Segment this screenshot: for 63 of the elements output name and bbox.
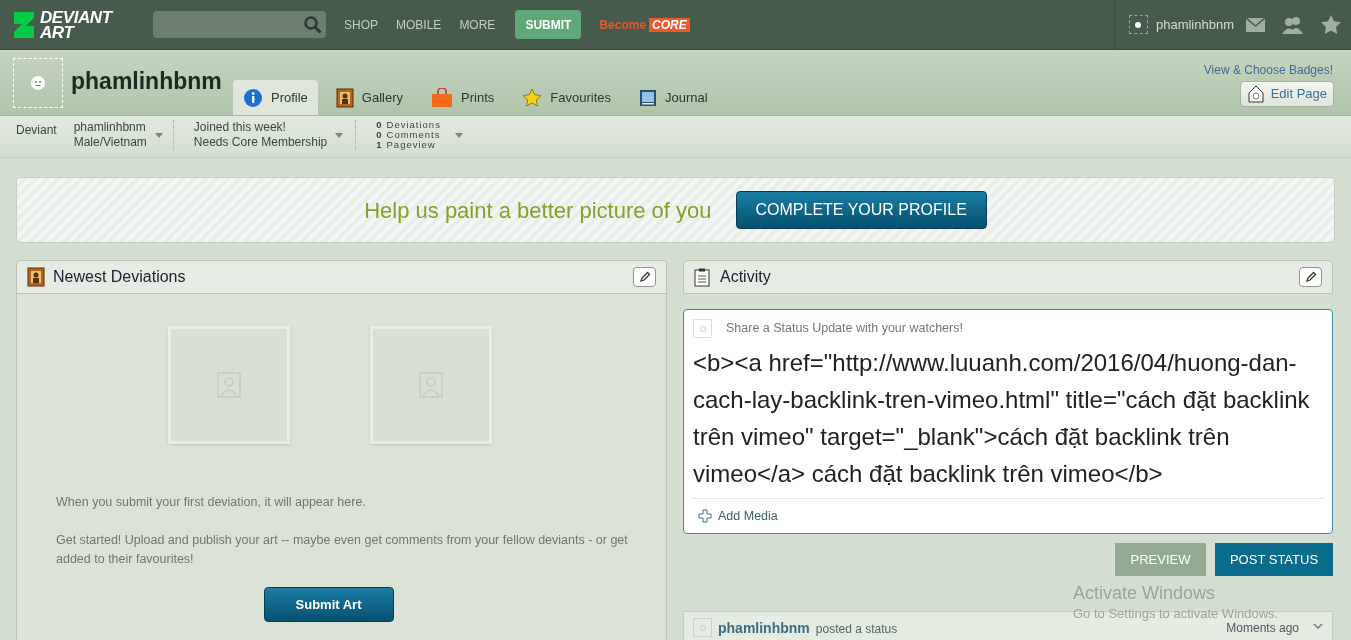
profile-tab[interactable]: Profile <box>233 80 318 115</box>
status-text: <b><a href="http://www.luuanh.com/2016/04/huong-dan-cach-lay-backlink-tren-vimeo.html" title="cách đặt backlink trên vimeo" target="_blank">cách đặt backlink trên vimeo</a> cách đặt backlink trên vimeo</b> <box>693 348 1311 489</box>
logo-text: ART <box>40 24 75 40</box>
logo-icon <box>12 9 36 40</box>
chevron-icon[interactable] <box>1313 623 1323 629</box>
edit-page-button[interactable]: Edit Page <box>1239 81 1334 107</box>
avatar-icon <box>693 319 712 338</box>
profile-tab[interactable]: Prints <box>421 80 505 115</box>
mail-icon[interactable] <box>1246 17 1265 32</box>
get-started-text: Get started! Upload and publish your art -- maybe even get comments from your fellow deviants - or get added to their favourites! <box>56 531 629 568</box>
username-link[interactable]: phamlinhbnm <box>718 618 810 639</box>
star-icon <box>522 87 543 108</box>
add-media-link[interactable]: Add Media <box>698 507 778 526</box>
member-type: Deviant <box>16 122 57 139</box>
os-notice-text: Go to Settings to activate Windows. <box>1073 605 1279 623</box>
submit-art-button[interactable]: Submit Art <box>263 586 394 622</box>
profile-username: phamlinhbnm <box>71 67 222 96</box>
clipboard-icon <box>694 267 710 287</box>
nav-link[interactable]: SHOP <box>344 15 378 34</box>
feed-action: posted a status <box>815 621 898 638</box>
caret-icon <box>335 132 344 138</box>
panel-title: Newest Deviations <box>53 267 186 287</box>
profile-tab[interactable]: Favourites <box>512 80 621 115</box>
edit-button[interactable] <box>633 267 656 287</box>
logo-text: DEVIANT <box>40 9 112 25</box>
framed-picture-icon <box>27 267 45 287</box>
house-icon <box>1246 85 1265 103</box>
user-dropdown[interactable]: phamlinhbnm Male/Vietnam <box>73 120 174 150</box>
caret-icon <box>454 132 463 138</box>
status-field[interactable] <box>683 309 1333 534</box>
profile-tab[interactable]: Gallery <box>325 80 414 115</box>
smiley-icon <box>31 76 45 90</box>
complete-profile-button[interactable]: COMPLETE YOUR PROFILE <box>735 191 987 229</box>
empty-message: When you submit your first deviation, it will appear here. <box>56 494 367 511</box>
avatar-icon <box>1128 15 1148 34</box>
status-placeholder: Share a Status Update with your watchers! <box>726 320 963 338</box>
username-link[interactable]: phamlinhbnm <box>1155 14 1234 35</box>
search-icon <box>304 15 322 34</box>
search-field[interactable] <box>153 11 326 38</box>
shopping-bag-icon <box>431 87 454 108</box>
nav-link[interactable]: MOBILE <box>396 15 442 34</box>
feed-time: Moments ago <box>1226 620 1299 637</box>
star-icon[interactable] <box>1321 15 1341 34</box>
post-status-button[interactable]: POST STATUS <box>1215 543 1333 576</box>
become-core-link[interactable]: Become CORE <box>599 15 690 34</box>
nav-link[interactable]: MORE <box>459 15 496 34</box>
info-icon <box>243 87 263 108</box>
framed-picture-icon <box>335 87 354 108</box>
panel-title: Activity <box>720 267 771 287</box>
pencil-icon <box>1304 271 1317 283</box>
journal-icon <box>639 88 657 107</box>
edit-button[interactable] <box>1299 267 1322 287</box>
badges-link[interactable]: View & Choose Badges! <box>1203 61 1333 79</box>
avatar-icon <box>693 618 712 637</box>
banner-text: Help us paint a better picture of you <box>364 196 712 225</box>
pencil-icon <box>638 271 651 283</box>
os-notice-title: Activate Windows <box>1073 584 1217 602</box>
plus-icon <box>698 509 712 524</box>
profile-tab[interactable]: Journal <box>629 80 718 115</box>
membership-dropdown[interactable]: Joined this week! Needs Core Membership <box>193 120 357 150</box>
caret-icon <box>154 132 163 138</box>
stats-dropdown[interactable]: 0 Deviations 0 Comments 1 Pageview <box>376 120 463 150</box>
people-icon[interactable] <box>1281 15 1305 34</box>
